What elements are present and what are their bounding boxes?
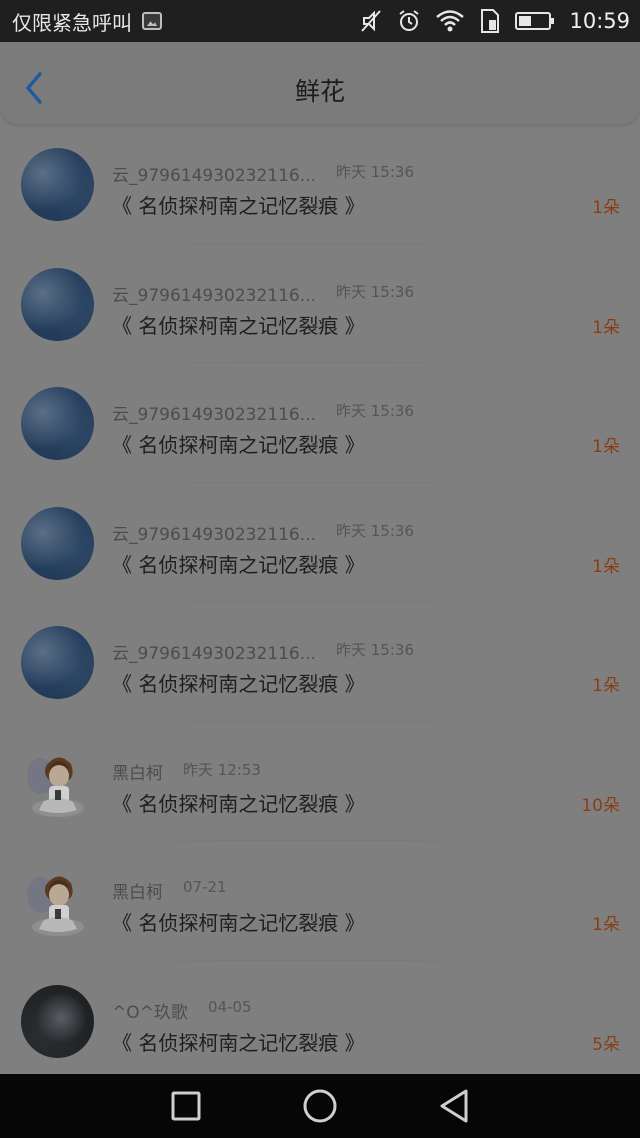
- username[interactable]: 云_979614930232116...: [112, 400, 316, 425]
- avatar[interactable]: [21, 506, 94, 580]
- flower-list: 云_979614930232116... 昨天 15:36 《 名侦探柯南之记忆裂痕…: [0, 124, 640, 1080]
- username[interactable]: 云_979614930232116...: [112, 281, 316, 306]
- list-item[interactable]: 云_979614930232116... 昨天 15:36 《 名侦探柯南之记忆裂痕…: [0, 124, 640, 244]
- battery-icon: [515, 10, 555, 32]
- flower-count: 1朵: [592, 437, 620, 457]
- work-title[interactable]: 《 名侦探柯南之记忆裂痕 》: [112, 907, 365, 936]
- back-icon[interactable]: [437, 1088, 471, 1124]
- list-item[interactable]: ^O^玖歌 04-05 《 名侦探柯南之记忆裂痕 》 5朵: [0, 961, 640, 1080]
- avatar[interactable]: [21, 984, 94, 1058]
- list-item[interactable]: 云_979614930232116... 昨天 15:36 《 名侦探柯南之记忆裂痕…: [0, 602, 640, 722]
- username[interactable]: ^O^玖歌: [112, 998, 188, 1023]
- username[interactable]: 云_979614930232116...: [112, 161, 316, 186]
- navigation-bar: [0, 1074, 640, 1138]
- timestamp: 昨天 15:36: [336, 641, 414, 659]
- flower-count: 1朵: [592, 198, 620, 218]
- status-bar: 仅限紧急呼叫 10:59: [0, 0, 640, 42]
- work-title[interactable]: 《 名侦探柯南之记忆裂痕 》: [112, 1027, 365, 1056]
- avatar[interactable]: [21, 626, 94, 699]
- alarm-icon: [397, 8, 421, 34]
- status-left: 仅限紧急呼叫: [12, 7, 359, 36]
- avatar[interactable]: [21, 387, 94, 460]
- username[interactable]: 黑白柯: [112, 759, 163, 784]
- username[interactable]: 黑白柯: [112, 878, 163, 903]
- timestamp: 04-05: [208, 997, 252, 1016]
- flower-count: 1朵: [592, 915, 620, 935]
- username[interactable]: 云_979614930232116...: [112, 639, 316, 664]
- flower-count: 1朵: [592, 317, 620, 338]
- avatar[interactable]: [21, 865, 94, 938]
- work-title[interactable]: 《 名侦探柯南之记忆裂痕 》: [112, 190, 365, 219]
- timestamp: 昨天 15:36: [336, 282, 414, 301]
- timestamp: 昨天 12:53: [183, 760, 261, 779]
- page-title: 鲜花: [294, 77, 345, 106]
- username[interactable]: 云_979614930232116...: [112, 520, 316, 545]
- recent-apps-icon[interactable]: [169, 1089, 203, 1123]
- home-icon[interactable]: [302, 1088, 338, 1124]
- wifi-icon: [435, 9, 465, 33]
- list-item[interactable]: 黑白柯 昨天 12:53 《 名侦探柯南之记忆裂痕 》 10朵: [0, 722, 640, 841]
- avatar[interactable]: [21, 745, 94, 819]
- avatar[interactable]: [21, 267, 94, 341]
- timestamp: 昨天 15:36: [336, 402, 414, 420]
- timestamp: 07-21: [183, 878, 227, 896]
- list-item[interactable]: 云_979614930232116... 昨天 15:36 《 名侦探柯南之记忆裂痕…: [0, 363, 640, 483]
- work-title[interactable]: 《 名侦探柯南之记忆裂痕 》: [112, 310, 365, 339]
- flower-count: 1朵: [592, 556, 620, 577]
- flower-count: 10朵: [581, 795, 620, 816]
- app-header: 鲜花: [0, 42, 640, 124]
- flower-count: 5朵: [592, 1034, 620, 1055]
- clock-time: 10:59: [569, 9, 630, 33]
- image-icon: [142, 12, 162, 30]
- work-title[interactable]: 《 名侦探柯南之记忆裂痕 》: [112, 429, 365, 458]
- work-title[interactable]: 《 名侦探柯南之记忆裂痕 》: [112, 549, 365, 578]
- list-item[interactable]: 云_979614930232116... 昨天 15:36 《 名侦探柯南之记忆裂痕…: [0, 244, 640, 363]
- timestamp: 昨天 15:36: [336, 521, 414, 540]
- timestamp: 昨天 15:36: [336, 163, 414, 181]
- carrier-text: 仅限紧急呼叫: [12, 10, 132, 35]
- status-right: 10:59: [359, 8, 630, 34]
- list-item[interactable]: 黑白柯 07-21 《 名侦探柯南之记忆裂痕 》 1朵: [0, 841, 640, 961]
- avatar[interactable]: [21, 148, 94, 221]
- list-item[interactable]: 云_979614930232116... 昨天 15:36 《 名侦探柯南之记忆裂痕…: [0, 483, 640, 602]
- mute-icon: [359, 8, 383, 34]
- work-title[interactable]: 《 名侦探柯南之记忆裂痕 》: [112, 788, 365, 817]
- work-title[interactable]: 《 名侦探柯南之记忆裂痕 》: [112, 668, 365, 697]
- flower-count: 1朵: [592, 676, 620, 696]
- sim-icon: [479, 8, 501, 34]
